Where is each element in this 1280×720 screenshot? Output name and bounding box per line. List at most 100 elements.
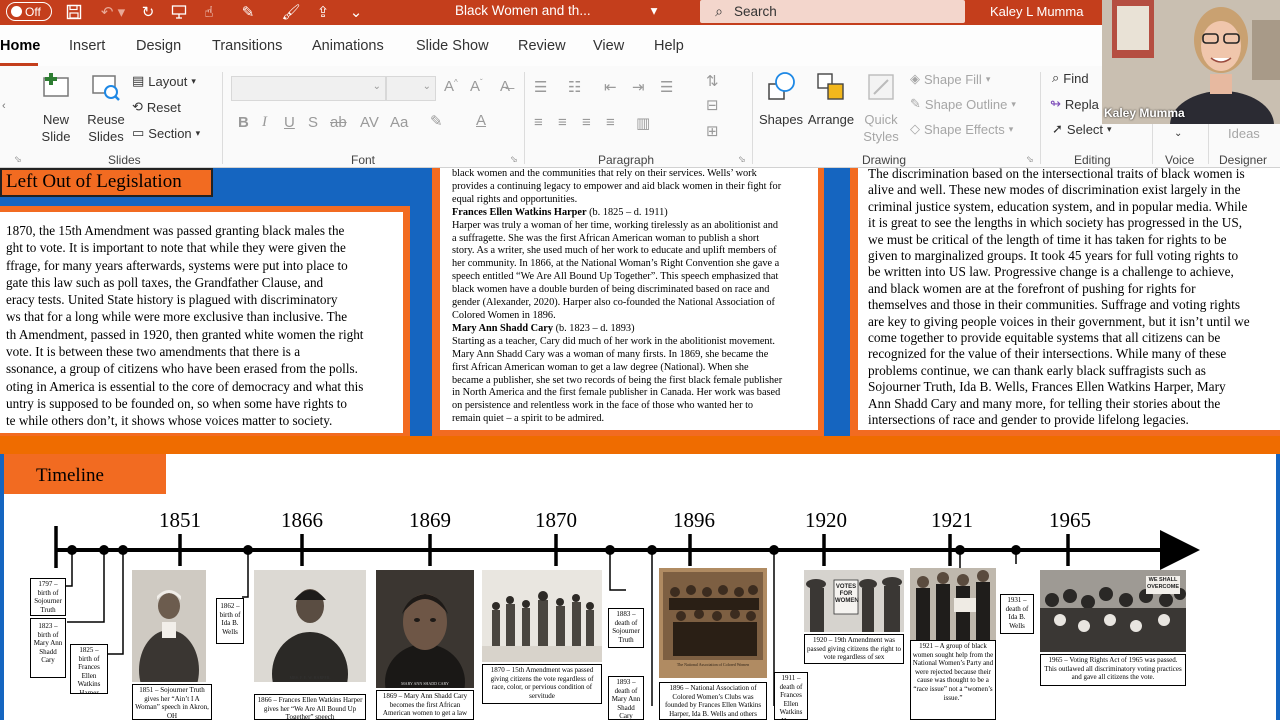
quick-styles-button[interactable]: Quick Styles bbox=[858, 70, 904, 145]
customize-icon[interactable]: ⌄ bbox=[346, 2, 366, 22]
title-dropdown-icon[interactable]: ▾ bbox=[651, 3, 658, 18]
shadow-icon[interactable]: S bbox=[308, 114, 318, 131]
highlight-icon[interactable]: ✎ bbox=[430, 112, 443, 130]
layout-button[interactable]: ▤ Layout ▾ bbox=[132, 73, 196, 89]
event-harper-speech[interactable]: 1866 – Frances Ellen Watkins Harper give… bbox=[254, 694, 366, 720]
undo-icon[interactable]: ↶ ▾ bbox=[96, 2, 130, 22]
event-wells-death[interactable]: 1931 – death of Ida B. Wells bbox=[1000, 594, 1034, 634]
event-cary-birth[interactable]: 1823 – birth of Mary Ann Shadd Cary bbox=[30, 618, 66, 678]
dialog-launcher-icon[interactable]: ⬂ bbox=[14, 154, 22, 165]
font-color-icon[interactable]: A bbox=[476, 112, 486, 129]
votes-for-women-photo[interactable]: VOTES FOR WOMEN bbox=[804, 570, 904, 632]
event-truth-birth[interactable]: 1797 – birth of Sojourner Truth bbox=[30, 578, 66, 616]
user-name[interactable]: Kaley L Mumma bbox=[990, 4, 1083, 19]
event-fifteenth-amendment[interactable]: 1870 – 15th Amendment was passed giving … bbox=[482, 664, 602, 704]
tab-slide-show[interactable]: Slide Show bbox=[416, 38, 489, 54]
ideas-button[interactable]: Ideas bbox=[1228, 126, 1260, 141]
section-button[interactable]: ▭ Section ▾ bbox=[132, 125, 200, 141]
tab-view[interactable]: View bbox=[593, 38, 624, 54]
document-title[interactable]: Black Women and th... ▾ bbox=[455, 3, 657, 19]
align-right-icon[interactable]: ≡ bbox=[582, 114, 591, 131]
reset-button[interactable]: ⟲ Reset bbox=[132, 99, 181, 115]
shapes-button[interactable]: Shapes bbox=[758, 70, 804, 129]
dictate-dropdown-icon[interactable]: ⌄ bbox=[1174, 128, 1182, 139]
event-truth-speech[interactable]: 1851 – Sojourner Truth gives her “Ain’t … bbox=[132, 684, 212, 720]
event-nineteenth-amendment[interactable]: 1920 – 19th Amendment was passed giving … bbox=[804, 634, 904, 664]
italic-icon[interactable]: I bbox=[262, 114, 267, 131]
event-cary-law[interactable]: 1869 – Mary Ann Shadd Cary becomes the f… bbox=[376, 690, 474, 720]
national-womens-party-photo[interactable] bbox=[910, 568, 996, 640]
arrange-button[interactable]: Arrange bbox=[806, 70, 856, 129]
shape-effects-button[interactable]: ◇ Shape Effects ▾ bbox=[910, 121, 1013, 137]
text-direction-icon[interactable]: ⇅ bbox=[706, 72, 719, 90]
tab-review[interactable]: Review bbox=[518, 38, 566, 54]
dialog-launcher-icon[interactable]: ⬂ bbox=[510, 154, 518, 165]
tab-home[interactable]: Home bbox=[0, 38, 40, 54]
activists-panel[interactable]: black women and the communities that rel… bbox=[440, 168, 818, 430]
underline-icon[interactable]: U bbox=[284, 114, 295, 131]
conclusion-panel[interactable]: The discrimination based on the intersec… bbox=[858, 168, 1280, 430]
tab-insert[interactable]: Insert bbox=[69, 38, 105, 54]
new-slide-button[interactable]: New Slide bbox=[36, 70, 76, 145]
mary-ann-shadd-cary-photo[interactable]: MARY ANN SHADD CARY bbox=[376, 570, 474, 688]
strikethrough-icon[interactable]: ab bbox=[330, 114, 347, 131]
tab-design[interactable]: Design bbox=[136, 38, 181, 54]
align-left-icon[interactable]: ≡ bbox=[534, 114, 543, 131]
clear-formatting-icon[interactable]: A̶ bbox=[500, 78, 510, 95]
event-national-womens-party[interactable]: 1921 – A group of black women sought hel… bbox=[910, 640, 996, 720]
timeline-panel[interactable]: Timeline 1851 1866 1869 1870 1896 1920 1… bbox=[4, 454, 1276, 720]
char-spacing-icon[interactable]: AV bbox=[360, 114, 379, 131]
nacw-founders-photo[interactable]: The National Association of Colored Wome… bbox=[659, 568, 767, 678]
numbering-icon[interactable]: ☷ bbox=[568, 78, 581, 96]
font-family-select[interactable]: ⌄ bbox=[231, 76, 386, 101]
font-size-select[interactable]: ⌄ bbox=[386, 76, 436, 101]
fifteenth-amendment-engraving[interactable] bbox=[482, 570, 602, 662]
justify-icon[interactable]: ≡ bbox=[606, 114, 615, 131]
dialog-launcher-icon[interactable]: ⬂ bbox=[738, 154, 746, 165]
slide-canvas[interactable]: 1870, the 15th Amendment was passed gran… bbox=[0, 168, 1280, 720]
redo-icon[interactable]: ↻ bbox=[138, 2, 158, 22]
save-icon[interactable] bbox=[62, 2, 86, 22]
increase-indent-icon[interactable]: ⇥ bbox=[632, 78, 645, 96]
decrease-indent-icon[interactable]: ⇤ bbox=[604, 78, 617, 96]
touch-mode-icon[interactable]: ☝ bbox=[198, 2, 220, 22]
event-wells-birth[interactable]: 1862 – birth of Ida B. Wells bbox=[216, 598, 244, 644]
tab-transitions[interactable]: Transitions bbox=[212, 38, 282, 54]
event-nacw-founded[interactable]: 1896 – National Association of Colored W… bbox=[659, 682, 767, 720]
tab-animations[interactable]: Animations bbox=[312, 38, 384, 54]
align-center-icon[interactable]: ≡ bbox=[558, 114, 567, 131]
frances-harper-photo[interactable]: MRS. F. E. W. HARPER. bbox=[254, 570, 366, 682]
search-input[interactable]: ⌕ Search bbox=[700, 0, 965, 23]
sojourner-truth-photo[interactable] bbox=[132, 570, 206, 682]
increase-font-icon[interactable]: A^ bbox=[444, 78, 458, 95]
decrease-font-icon[interactable]: Aˇ bbox=[470, 78, 483, 95]
ribbon-scroll-left-icon[interactable]: ‹ bbox=[2, 100, 6, 112]
event-voting-rights-act[interactable]: 1965 – Voting Rights Act of 1965 was pas… bbox=[1040, 654, 1186, 686]
bullets-icon[interactable]: ☰ bbox=[534, 78, 547, 96]
reuse-slides-button[interactable]: Reuse Slides bbox=[86, 70, 126, 145]
smartart-icon[interactable]: ⊞ bbox=[706, 122, 719, 140]
line-spacing-icon[interactable]: ☰ bbox=[660, 78, 673, 96]
tab-help[interactable]: Help bbox=[654, 38, 684, 54]
columns-icon[interactable]: ▥ bbox=[636, 114, 650, 132]
present-icon[interactable] bbox=[168, 2, 190, 22]
shape-outline-button[interactable]: ✎ Shape Outline ▾ bbox=[910, 96, 1016, 112]
event-harper-death[interactable]: 1911 – death of Frances Ellen Watkins Ha… bbox=[774, 672, 808, 720]
dialog-launcher-icon[interactable]: ⬂ bbox=[1026, 154, 1034, 165]
export-icon[interactable]: ⇪ bbox=[312, 2, 334, 22]
format-painter-icon[interactable]: 🖌 bbox=[280, 2, 302, 22]
legislation-panel[interactable]: 1870, the 15th Amendment was passed gran… bbox=[0, 212, 403, 433]
voting-rights-march-photo[interactable]: WE SHALL OVERCOME bbox=[1040, 570, 1186, 652]
legislation-heading[interactable]: Left Out of Legislation bbox=[0, 168, 213, 197]
find-button[interactable]: ⌕ Find bbox=[1052, 70, 1089, 86]
autosave-toggle[interactable]: Off bbox=[6, 2, 52, 21]
event-cary-death[interactable]: 1893 – death of Mary Ann Shadd Cary bbox=[608, 676, 644, 720]
change-case-icon[interactable]: Aa bbox=[390, 114, 408, 131]
bold-icon[interactable]: B bbox=[238, 114, 249, 131]
event-truth-death[interactable]: 1883 – death of Sojourner Truth bbox=[608, 608, 644, 648]
shape-fill-button[interactable]: ◈ Shape Fill ▾ bbox=[910, 71, 990, 87]
replace-button[interactable]: ↬ Repla bbox=[1050, 96, 1099, 112]
event-harper-birth[interactable]: 1825 – birth of Frances Ellen Watkins Ha… bbox=[70, 644, 108, 694]
draw-icon[interactable]: ✎ bbox=[236, 2, 260, 22]
align-text-icon[interactable]: ⊟ bbox=[706, 96, 719, 114]
